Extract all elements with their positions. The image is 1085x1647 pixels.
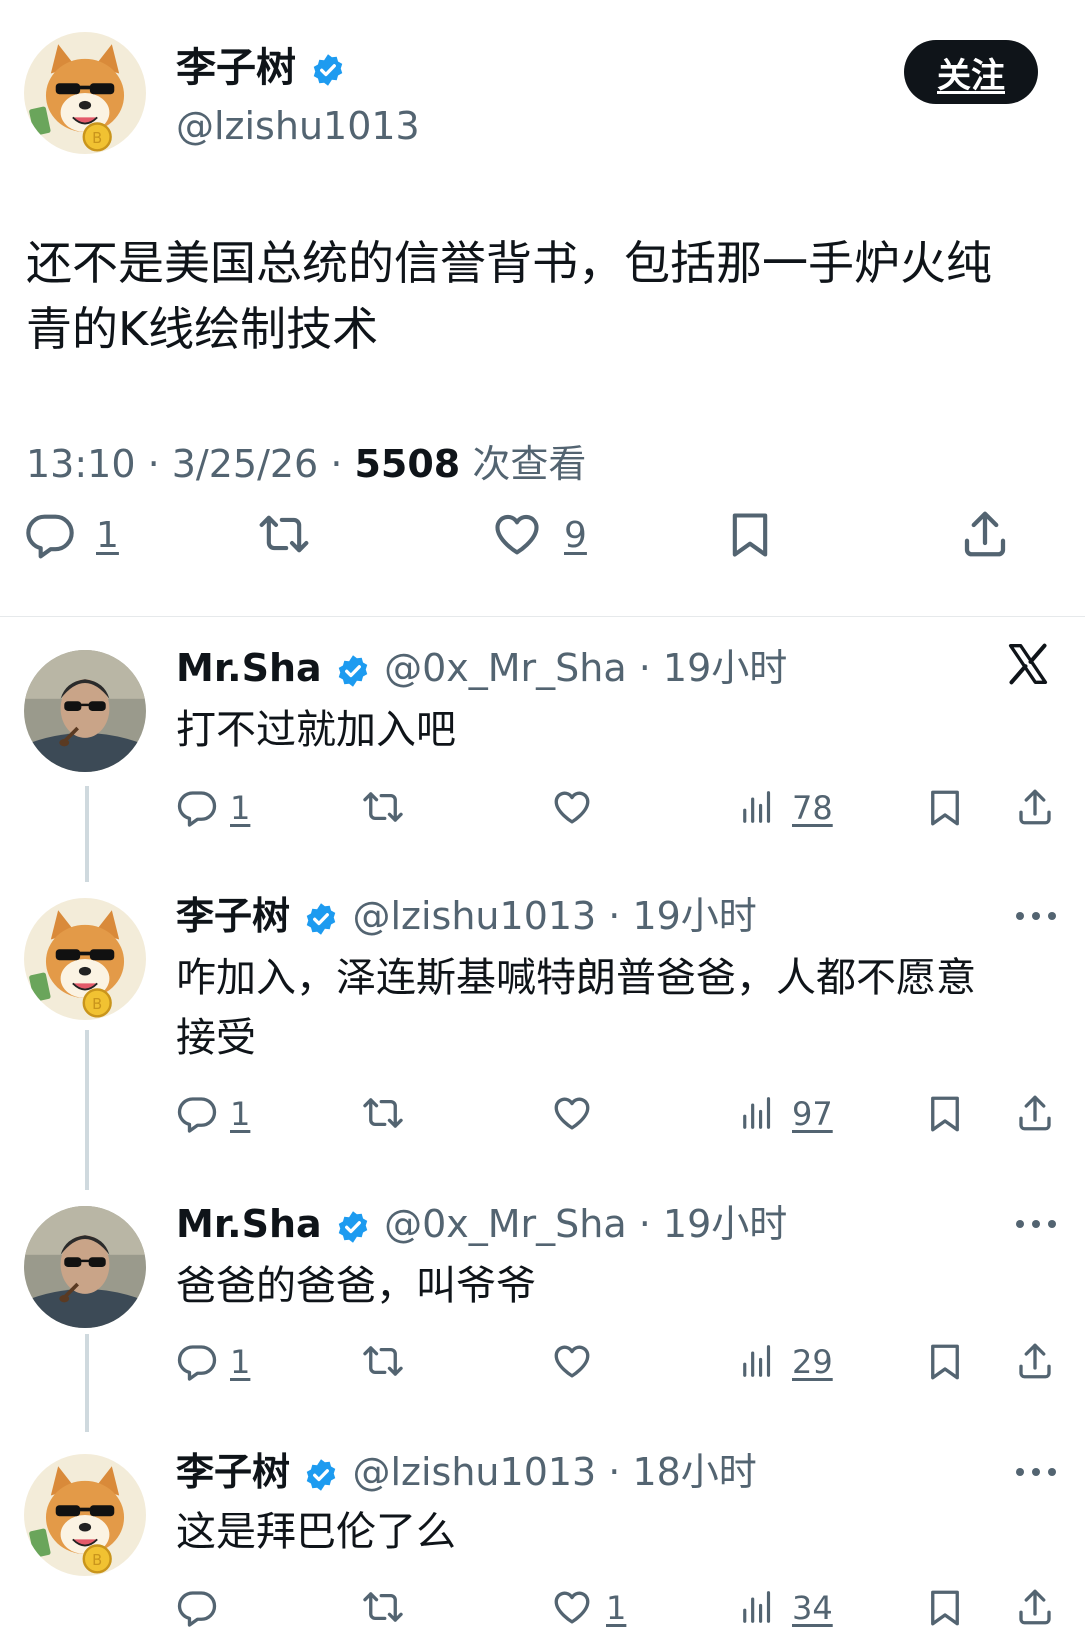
reply-text: 打不过就加入吧 <box>176 707 456 753</box>
share-icon[interactable] <box>1014 784 1056 830</box>
tweet-timestamp[interactable]: 13:10 · 3/25/26 · <box>26 442 354 486</box>
views-count[interactable]: 97 <box>792 1092 833 1136</box>
author-avatar[interactable] <box>24 32 146 154</box>
tweet-text-line-2: 青的K线绘制技术 <box>26 302 379 356</box>
divider <box>0 616 1085 617</box>
reply-avatar[interactable] <box>24 898 146 1020</box>
view-count: 5508 <box>354 442 461 486</box>
reply-author-name: 李子树 <box>176 894 291 938</box>
reply-avatar[interactable] <box>24 1206 146 1328</box>
like-icon[interactable] <box>550 1586 594 1628</box>
view-count-label: 次查看 <box>460 442 587 486</box>
views-count[interactable]: 29 <box>792 1340 833 1384</box>
verified-badge-icon <box>310 52 346 88</box>
like-icon[interactable] <box>550 786 594 828</box>
reply-text-line-1: 咋加入，泽连斯基喊特朗普爸爸，人都不愿意 <box>176 955 976 1001</box>
reply-handle: @0x_Mr_Sha · 19小时 <box>384 646 788 690</box>
retweet-icon[interactable] <box>360 1586 406 1628</box>
retweet-icon[interactable] <box>360 1340 406 1382</box>
verified-badge-icon <box>335 1209 371 1245</box>
share-icon[interactable] <box>958 506 1012 562</box>
share-icon[interactable] <box>1014 1584 1056 1630</box>
thread-line <box>85 786 89 882</box>
tweet-text: 还不是美国总统的信誉背书，包括那一手炉火纯 青的K线绘制技术 <box>26 230 1056 362</box>
share-icon[interactable] <box>1014 1338 1056 1384</box>
share-icon[interactable] <box>1014 1090 1056 1136</box>
like-count[interactable]: 9 <box>564 512 587 560</box>
reply-author-name: Mr.Sha <box>176 1202 322 1246</box>
reply-author-name: 李子树 <box>176 1450 291 1494</box>
reply-count[interactable]: 1 <box>230 786 250 830</box>
verified-badge-icon <box>303 901 339 937</box>
tweet-text-line-1: 还不是美国总统的信誉背书，包括那一手炉火纯 <box>26 236 992 290</box>
like-icon[interactable] <box>550 1092 594 1134</box>
reply-icon[interactable] <box>176 1092 218 1134</box>
more-icon[interactable] <box>1014 1218 1058 1230</box>
follow-button[interactable]: 关注 <box>904 40 1038 104</box>
reply-text: 这是拜巴伦了么 <box>176 1509 456 1555</box>
reply-count[interactable]: 1 <box>96 512 119 560</box>
bookmark-icon[interactable] <box>924 1092 966 1136</box>
bookmark-icon[interactable] <box>924 786 966 830</box>
reply-handle: @lzishu1013 · 19小时 <box>352 894 757 938</box>
reply-text: 咋加入，泽连斯基喊特朗普爸爸，人都不愿意 接受 <box>176 948 1056 1068</box>
bookmark-icon[interactable] <box>724 508 776 562</box>
reply-author[interactable]: Mr.Sha @0x_Mr_Sha · 19小时 <box>176 1196 787 1252</box>
reply-handle: @0x_Mr_Sha · 19小时 <box>384 1202 788 1246</box>
views-count[interactable]: 34 <box>792 1586 833 1630</box>
reply-count[interactable]: 1 <box>230 1092 250 1136</box>
reply-text-line-2: 接受 <box>176 1015 256 1061</box>
views-icon[interactable] <box>740 786 778 828</box>
reply-icon[interactable] <box>24 508 76 560</box>
tweet-meta: 13:10 · 3/25/26 · 5508 次查看 <box>26 436 586 492</box>
reply-author[interactable]: 李子树 @lzishu1013 · 19小时 <box>176 888 757 944</box>
reply-handle: @lzishu1013 · 18小时 <box>352 1450 757 1494</box>
like-icon[interactable] <box>550 1340 594 1382</box>
reply-icon[interactable] <box>176 1340 218 1382</box>
views-icon[interactable] <box>740 1586 778 1628</box>
like-count[interactable]: 1 <box>606 1586 626 1630</box>
retweet-icon[interactable] <box>256 508 312 560</box>
reply-author[interactable]: 李子树 @lzishu1013 · 18小时 <box>176 1444 757 1500</box>
reply-icon[interactable] <box>176 786 218 828</box>
reply-author[interactable]: Mr.Sha @0x_Mr_Sha · 19小时 <box>176 640 787 696</box>
like-icon[interactable] <box>490 508 544 560</box>
verified-badge-icon <box>303 1457 339 1493</box>
thread-line <box>85 1030 89 1190</box>
reply-text: 爸爸的爸爸，叫爷爷 <box>176 1263 536 1309</box>
reply-avatar[interactable] <box>24 650 146 772</box>
retweet-icon[interactable] <box>360 1092 406 1134</box>
verified-badge-icon <box>335 653 371 689</box>
author-name[interactable]: 李子树 <box>176 40 346 96</box>
views-icon[interactable] <box>740 1340 778 1382</box>
author-handle[interactable]: @lzishu1013 <box>176 98 420 154</box>
more-icon[interactable] <box>1014 910 1058 922</box>
thread-line <box>85 1334 89 1432</box>
more-icon[interactable] <box>1014 1466 1058 1478</box>
reply-avatar[interactable] <box>24 1454 146 1576</box>
retweet-icon[interactable] <box>360 786 406 828</box>
views-icon[interactable] <box>740 1092 778 1134</box>
author-name-text: 李子树 <box>176 45 296 91</box>
reply-author-name: Mr.Sha <box>176 646 322 690</box>
reply-count[interactable]: 1 <box>230 1340 250 1384</box>
reply-icon[interactable] <box>176 1586 218 1628</box>
bookmark-icon[interactable] <box>924 1586 966 1630</box>
x-logo-icon[interactable] <box>1006 642 1050 686</box>
bookmark-icon[interactable] <box>924 1340 966 1384</box>
views-count[interactable]: 78 <box>792 786 833 830</box>
